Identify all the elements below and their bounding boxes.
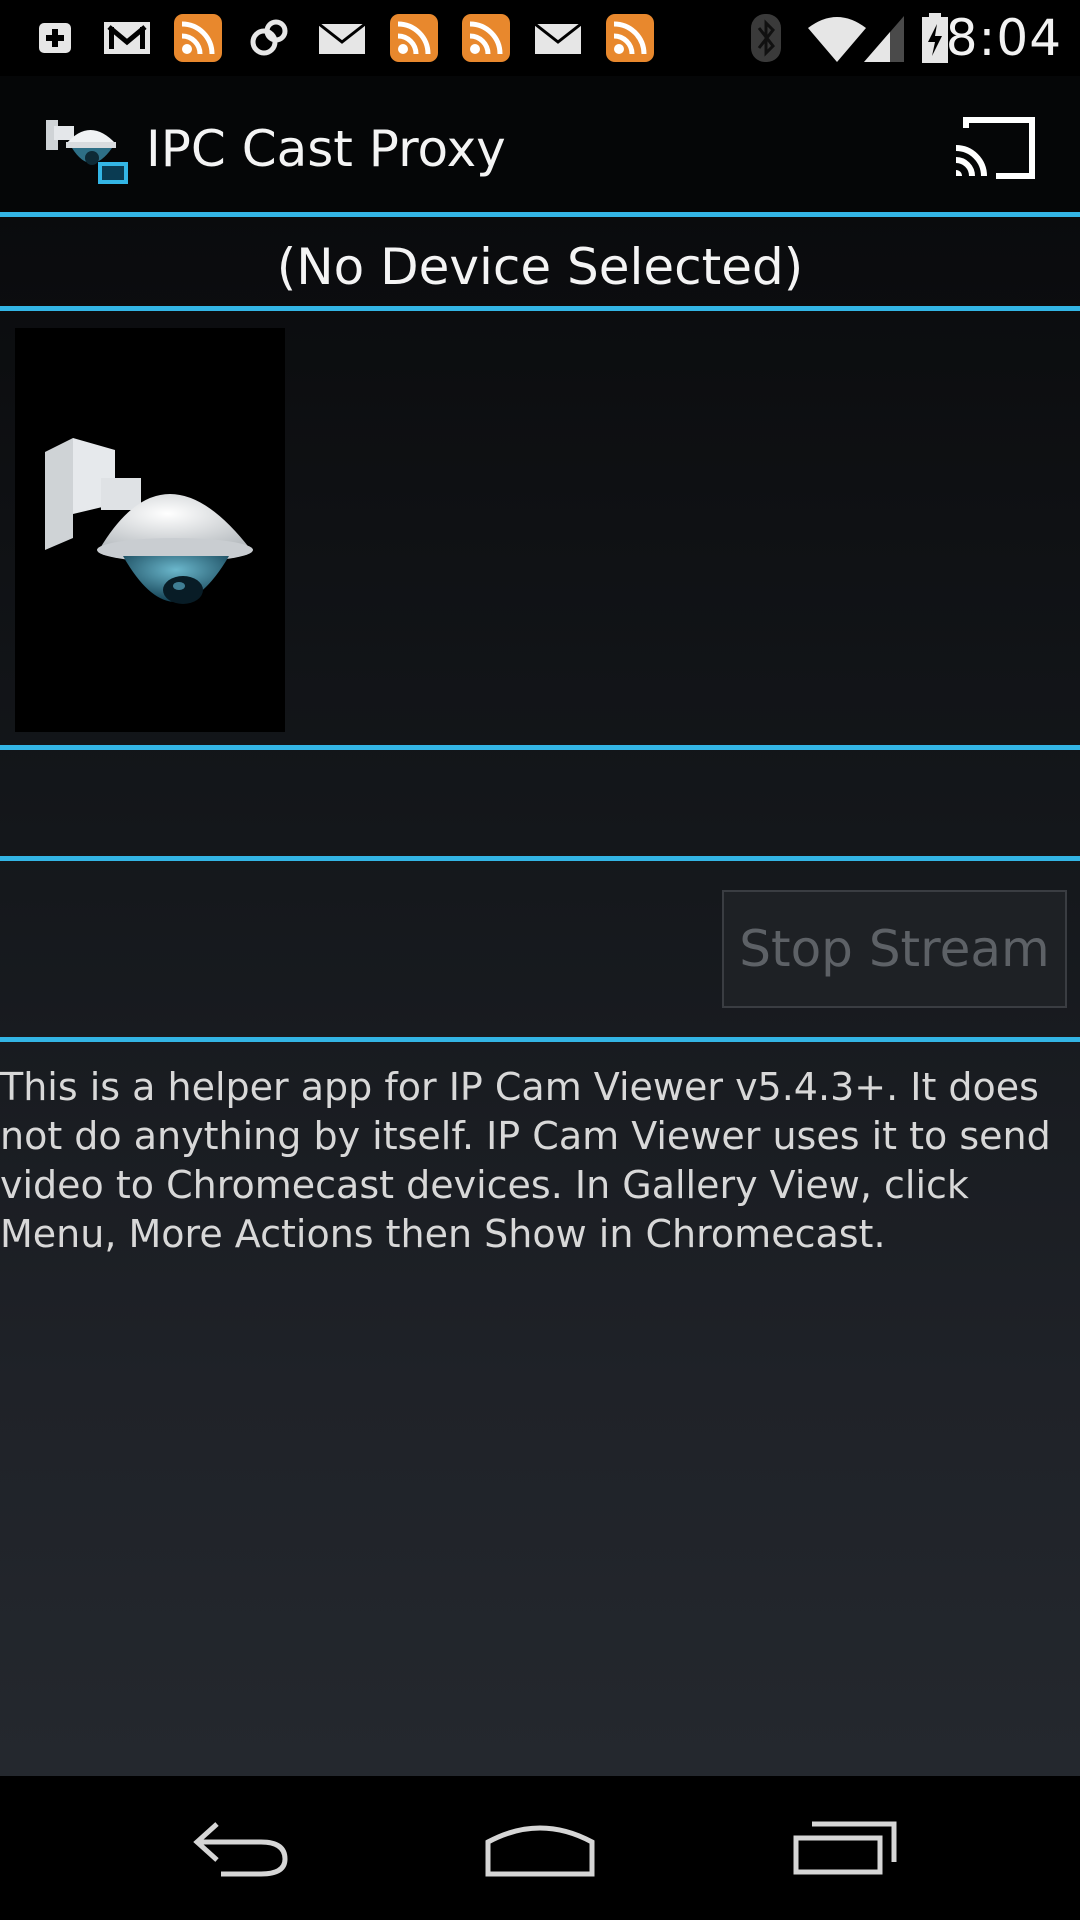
signal-icon bbox=[864, 16, 904, 62]
divider bbox=[0, 745, 1080, 750]
recents-icon bbox=[793, 1821, 897, 1875]
wifi-icon bbox=[808, 17, 866, 62]
rss-icon bbox=[606, 14, 654, 62]
clock: 8:04 bbox=[945, 9, 1062, 67]
cast-icon[interactable] bbox=[952, 114, 1036, 180]
status-bar: 8:04 bbox=[0, 0, 1080, 76]
sync-icon bbox=[250, 19, 288, 56]
camera-thumbnail[interactable] bbox=[15, 328, 285, 732]
stop-stream-button[interactable]: Stop Stream bbox=[722, 890, 1067, 1008]
home-icon bbox=[485, 1825, 595, 1877]
rss-icon bbox=[390, 14, 438, 62]
divider bbox=[0, 856, 1080, 861]
divider bbox=[0, 1037, 1080, 1042]
bluetooth-icon bbox=[751, 14, 781, 62]
rss-icon bbox=[174, 14, 222, 62]
app-title: IPC Cast Proxy bbox=[146, 120, 506, 178]
navigation-bar bbox=[0, 1776, 1080, 1920]
home-button[interactable] bbox=[430, 1776, 650, 1920]
camera-image bbox=[45, 438, 253, 604]
device-label[interactable]: (No Device Selected) bbox=[0, 228, 1080, 306]
action-bar: IPC Cast Proxy bbox=[0, 76, 1080, 212]
back-icon bbox=[193, 1822, 288, 1877]
mail-icon bbox=[318, 22, 366, 54]
recents-button[interactable] bbox=[735, 1776, 955, 1920]
divider bbox=[0, 306, 1080, 311]
help-text: This is a helper app for IP Cam Viewer v… bbox=[0, 1065, 1051, 1256]
gmail-icon bbox=[104, 22, 150, 54]
add-icon bbox=[39, 23, 71, 53]
back-button[interactable] bbox=[130, 1776, 350, 1920]
mail-icon bbox=[534, 22, 582, 54]
rss-icon bbox=[462, 14, 510, 62]
app-logo-icon bbox=[46, 120, 128, 184]
divider bbox=[0, 212, 1080, 217]
